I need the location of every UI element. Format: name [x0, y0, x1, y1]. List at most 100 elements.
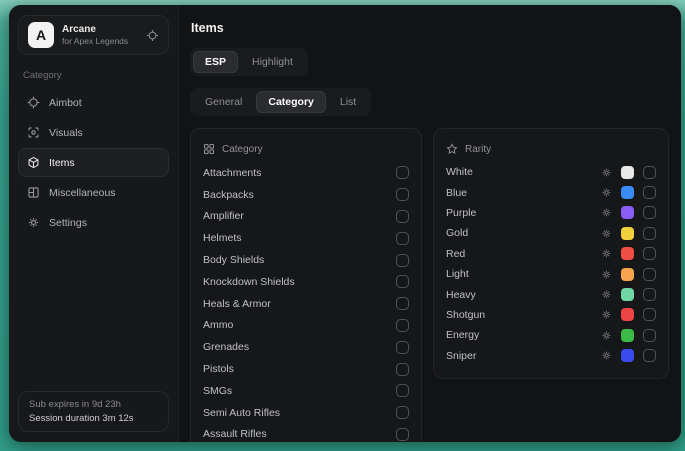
sub-expiry-text: Sub expires in 9d 23h — [29, 399, 158, 410]
mode-esp-button[interactable]: ESP — [193, 51, 238, 73]
category-checkbox[interactable] — [396, 188, 409, 201]
category-row-label: Heals & Armor — [203, 298, 271, 310]
sidebar-item-label: Miscellaneous — [49, 187, 116, 199]
category-panel-header: Category — [203, 138, 409, 160]
sidebar-item-aimbot[interactable]: Aimbot — [18, 88, 169, 117]
rarity-row-label: Gold — [446, 227, 601, 239]
rarity-checkbox[interactable] — [643, 349, 656, 362]
app-window: A Arcane for Apex Legends Category Aimbo… — [9, 5, 681, 442]
category-row-label: Semi Auto Rifles — [203, 407, 280, 419]
rarity-color-swatch[interactable] — [621, 268, 634, 281]
rarity-row: Red — [446, 244, 656, 264]
rarity-settings-gear-icon[interactable] — [601, 167, 612, 178]
mode-toggle: ESP Highlight — [190, 48, 308, 76]
tab-bar: General Category List — [190, 88, 371, 116]
rarity-checkbox[interactable] — [643, 166, 656, 179]
crosshair-icon — [27, 96, 40, 109]
rarity-settings-gear-icon[interactable] — [601, 207, 612, 218]
page-title: Items — [191, 21, 670, 35]
rarity-row: Light — [446, 264, 656, 284]
rarity-row-label: Energy — [446, 329, 601, 341]
rarity-checkbox[interactable] — [643, 329, 656, 342]
rarity-color-swatch[interactable] — [621, 329, 634, 342]
scan-eye-icon — [27, 126, 40, 139]
rarity-checkbox[interactable] — [643, 288, 656, 301]
category-row: Assault Rifles — [203, 424, 409, 442]
sidebar-item-label: Visuals — [49, 127, 83, 139]
category-checkbox[interactable] — [396, 232, 409, 245]
rarity-checkbox[interactable] — [643, 227, 656, 240]
rarity-row-label: Shotgun — [446, 309, 601, 321]
rarity-color-swatch[interactable] — [621, 247, 634, 260]
category-checkbox[interactable] — [396, 254, 409, 267]
rarity-checkbox[interactable] — [643, 247, 656, 260]
app-logo-card[interactable]: A Arcane for Apex Legends — [18, 15, 169, 55]
category-panel-title: Category — [222, 144, 263, 155]
category-checkbox[interactable] — [396, 384, 409, 397]
cube-icon — [27, 156, 40, 169]
category-row-label: Body Shields — [203, 254, 264, 266]
category-checkbox[interactable] — [396, 406, 409, 419]
category-checkbox[interactable] — [396, 166, 409, 179]
category-row: Attachments — [203, 162, 409, 184]
category-row: Grenades — [203, 336, 409, 358]
rarity-settings-gear-icon[interactable] — [601, 330, 612, 341]
rarity-row: Gold — [446, 223, 656, 243]
sidebar-item-items[interactable]: Items — [18, 148, 169, 177]
rarity-row: Purple — [446, 203, 656, 223]
rarity-checkbox[interactable] — [643, 186, 656, 199]
rarity-color-swatch[interactable] — [621, 308, 634, 321]
category-checkbox[interactable] — [396, 319, 409, 332]
category-row: Semi Auto Rifles — [203, 402, 409, 424]
rarity-settings-gear-icon[interactable] — [601, 228, 612, 239]
sidebar-item-label: Items — [49, 157, 75, 169]
rarity-settings-gear-icon[interactable] — [601, 269, 612, 280]
session-duration-text: Session duration 3m 12s — [29, 413, 158, 424]
category-checkbox[interactable] — [396, 210, 409, 223]
category-checkbox[interactable] — [396, 428, 409, 441]
rarity-panel: Rarity White — [433, 128, 669, 379]
tab-list[interactable]: List — [328, 91, 368, 113]
rarity-settings-gear-icon[interactable] — [601, 309, 612, 320]
rarity-row-label: Light — [446, 268, 601, 280]
category-checkbox[interactable] — [396, 363, 409, 376]
rarity-color-swatch[interactable] — [621, 288, 634, 301]
sidebar-item-settings[interactable]: Settings — [18, 208, 169, 237]
app-subtitle: for Apex Legends — [62, 36, 138, 46]
rarity-color-swatch[interactable] — [621, 186, 634, 199]
category-checkbox[interactable] — [396, 275, 409, 288]
rarity-color-swatch[interactable] — [621, 349, 634, 362]
category-row-label: Backpacks — [203, 189, 254, 201]
rarity-checkbox[interactable] — [643, 268, 656, 281]
category-row-label: Ammo — [203, 319, 233, 331]
rarity-settings-gear-icon[interactable] — [601, 248, 612, 259]
category-row-label: Assault Rifles — [203, 428, 267, 440]
rarity-settings-gear-icon[interactable] — [601, 350, 612, 361]
sidebar-item-visuals[interactable]: Visuals — [18, 118, 169, 147]
rarity-color-swatch[interactable] — [621, 166, 634, 179]
rarity-row-label: White — [446, 166, 601, 178]
sidebar-item-miscellaneous[interactable]: Miscellaneous — [18, 178, 169, 207]
mode-highlight-button[interactable]: Highlight — [240, 51, 305, 73]
subscription-status-box: Sub expires in 9d 23h Session duration 3… — [18, 391, 169, 432]
rarity-color-swatch[interactable] — [621, 206, 634, 219]
sidebar-nav: Aimbot Visuals Items — [18, 88, 169, 237]
category-row: Amplifier — [203, 206, 409, 228]
rarity-settings-gear-icon[interactable] — [601, 187, 612, 198]
rarity-settings-gear-icon[interactable] — [601, 289, 612, 300]
category-panel: Category Attachments Backpacks — [190, 128, 422, 442]
rarity-checkbox[interactable] — [643, 206, 656, 219]
main-content: Items ESP Highlight General Category Lis… — [179, 5, 681, 442]
category-checkbox[interactable] — [396, 297, 409, 310]
tab-general[interactable]: General — [193, 91, 254, 113]
app-name: Arcane — [62, 24, 138, 35]
tab-category[interactable]: Category — [256, 91, 326, 113]
rarity-row: Energy — [446, 325, 656, 345]
category-row: Body Shields — [203, 249, 409, 271]
category-checkbox[interactable] — [396, 341, 409, 354]
target-settings-icon[interactable] — [146, 29, 159, 42]
rarity-checkbox[interactable] — [643, 308, 656, 321]
rarity-color-swatch[interactable] — [621, 227, 634, 240]
rarity-row-label: Heavy — [446, 289, 601, 301]
sidebar-item-label: Aimbot — [49, 97, 82, 109]
